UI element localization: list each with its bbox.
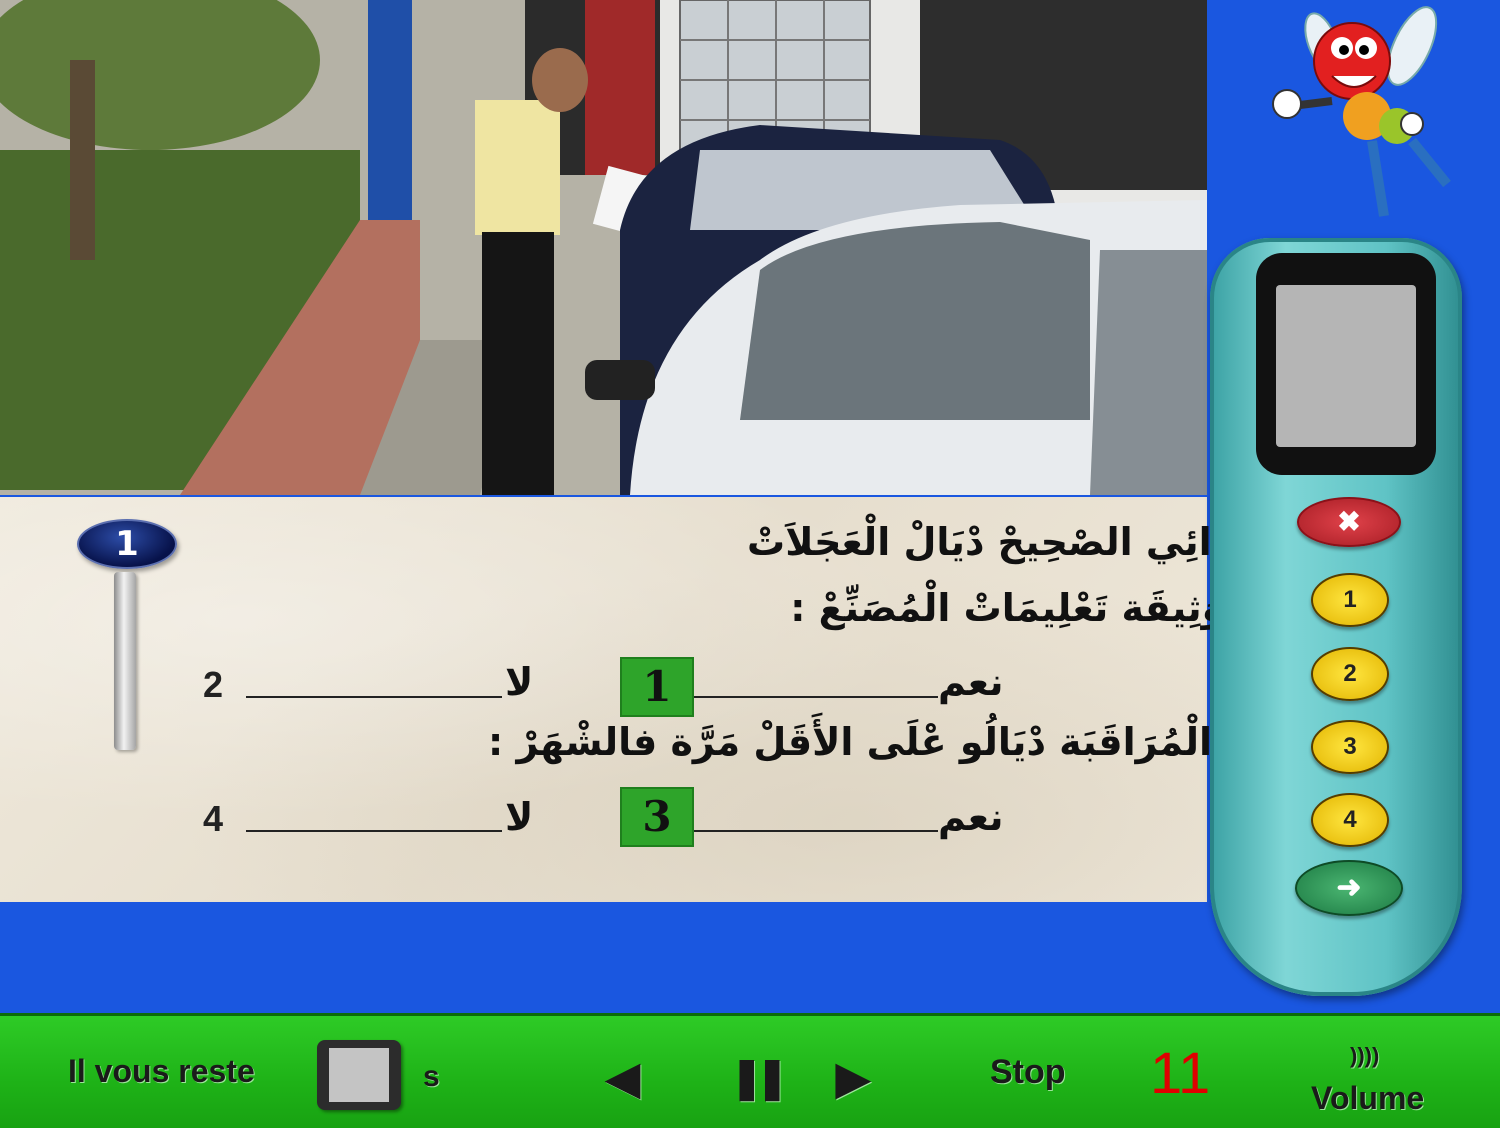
answer-line <box>246 830 502 832</box>
answer-line <box>690 830 938 832</box>
answer-number-2[interactable]: 2 <box>203 664 223 706</box>
question-progress-bar <box>114 572 136 750</box>
question-number-badge: 1 <box>77 519 177 569</box>
answer-button-4[interactable]: 4 <box>1311 793 1389 847</box>
volume-icon[interactable]: )))) <box>1350 1043 1379 1069</box>
question-photo <box>0 0 1207 495</box>
answer-line <box>690 696 938 698</box>
answer-yes-label: نعم <box>938 660 1004 704</box>
answer-yes-label: نعم <box>938 795 1004 839</box>
time-remaining-label: Il vous reste <box>68 1053 255 1089</box>
answer-line <box>246 696 502 698</box>
bee-mascot-icon <box>1272 6 1451 217</box>
timer-display-screen <box>329 1048 389 1102</box>
remote-screen-display <box>1276 285 1416 447</box>
answer-badge-1[interactable]: 1 <box>620 657 694 717</box>
previous-icon[interactable]: ◀ <box>606 1053 640 1104</box>
stop-button[interactable]: Stop <box>990 1053 1066 1092</box>
time-unit-label: s <box>423 1060 440 1093</box>
answer-button-2[interactable]: 2 <box>1311 647 1389 701</box>
answer-no-label: لا <box>505 795 534 839</box>
question-counter: 11 <box>1150 1041 1211 1106</box>
volume-button[interactable]: Volume <box>1311 1080 1424 1117</box>
answer-button-3[interactable]: 3 <box>1311 720 1389 774</box>
garage-scene-image <box>0 0 1207 495</box>
pause-icon[interactable]: ❚❚ <box>730 1055 789 1101</box>
answer-button-1[interactable]: 1 <box>1311 573 1389 627</box>
answer-no-label: لا <box>505 660 534 704</box>
answer-badge-3[interactable]: 3 <box>620 787 694 847</box>
next-icon[interactable]: ▶ <box>836 1053 870 1104</box>
validate-next-button[interactable]: ➜ <box>1295 860 1403 916</box>
cancel-button[interactable]: ✖ <box>1297 497 1401 547</box>
answer-number-4[interactable]: 4 <box>203 798 223 840</box>
